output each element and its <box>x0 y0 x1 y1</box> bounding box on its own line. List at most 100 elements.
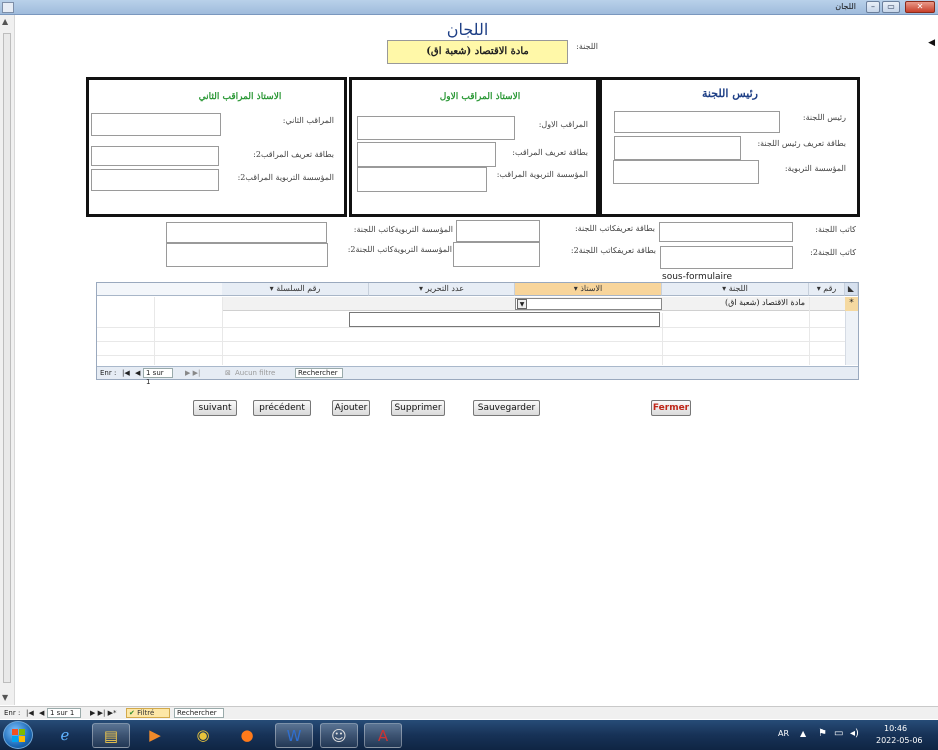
filtered-toggle[interactable]: ✔ Filtré <box>126 708 170 718</box>
row-selector-column <box>845 311 858 365</box>
clock-date[interactable]: 2022-05-06 <box>876 736 923 745</box>
delete-button[interactable]: Supprimer <box>391 400 445 416</box>
supervisor1-id-label: بطاقة تعريف المراقب: <box>512 148 588 157</box>
record-label: Enr : <box>100 369 117 377</box>
secretary2-institution-label: المؤسسة التربويةكاتب اللجنة2: <box>347 245 452 254</box>
window-title-bar: اللجان – ▭ ✕ <box>0 0 938 15</box>
secretary1-institution-label: المؤسسة التربويةكاتب اللجنة: <box>353 225 453 234</box>
main-prev-record-icon[interactable]: ◀ <box>39 709 44 717</box>
president-institution-label: المؤسسة التربوية: <box>784 164 846 173</box>
prev-record-icon[interactable]: ◀ <box>135 369 140 377</box>
window-close-button[interactable]: ✕ <box>905 1 935 13</box>
secretary2-institution-field[interactable] <box>166 243 328 267</box>
president-field[interactable] <box>614 111 780 133</box>
column-header-committee[interactable]: اللجنة ▾ <box>662 283 809 296</box>
committee-label: اللجنة: <box>576 42 598 51</box>
media-player-icon[interactable]: ▶ <box>136 723 174 748</box>
secretary2-field[interactable] <box>660 246 793 269</box>
subform-label: sous-formulaire <box>662 272 733 282</box>
supervisor1-institution-field[interactable] <box>357 167 487 192</box>
record-position-input[interactable]: 1 sur 1 <box>143 368 173 386</box>
secretary1-field[interactable] <box>659 222 793 242</box>
supervisor1-label: المراقب الاول: <box>538 120 588 129</box>
supervisor2-institution-label: المؤسسة التربوية المراقب2: <box>237 173 334 182</box>
next-button[interactable]: suivant <box>193 400 237 416</box>
secretary1-id-field[interactable] <box>456 220 540 242</box>
teacher-combo[interactable]: ▼ <box>515 298 662 310</box>
user-app-icon[interactable]: ☺ <box>320 723 358 748</box>
caret-left-icon[interactable]: ◀ <box>928 38 935 48</box>
file-explorer-icon[interactable]: ▤ <box>92 723 130 748</box>
no-filter-label[interactable]: Aucun filtre <box>235 369 275 377</box>
chrome-icon[interactable]: ◉ <box>184 723 222 748</box>
maximize-button[interactable]: ▭ <box>882 1 900 13</box>
supervisor2-id-field[interactable] <box>91 146 219 166</box>
combo-dropdown-list[interactable] <box>349 312 660 327</box>
clock-time[interactable]: 10:46 <box>884 724 907 733</box>
secretary1-institution-field[interactable] <box>166 222 327 243</box>
main-first-record-icon[interactable]: |◀ <box>26 709 34 717</box>
scroll-down-icon[interactable]: ▼ <box>2 693 8 702</box>
column-header-number[interactable]: رقم ▾ <box>809 283 845 296</box>
subform-record-navigator: Enr : |◀ ◀ 1 sur 1 ▶ ▶| ⊠ Aucun filtre R… <box>97 366 858 386</box>
vertical-scrollbar[interactable]: ▲ ▼ <box>0 15 15 705</box>
supervisor2-institution-field[interactable] <box>91 169 219 191</box>
close-button[interactable]: Fermer <box>651 400 691 416</box>
main-record-position[interactable]: 1 sur 1 <box>47 708 81 718</box>
president-label: رئيس اللجنة: <box>802 113 846 122</box>
subform-search-input[interactable]: Rechercher <box>295 368 343 378</box>
secretary2-id-field[interactable] <box>453 242 540 267</box>
save-button[interactable]: Sauvegarder <box>473 400 540 416</box>
secretary2-id-label: بطاقة تعريفكاتب اللجنة2: <box>570 246 656 255</box>
supervisor1-field[interactable] <box>357 116 515 140</box>
supervisor2-panel-title: الاستاذ المراقب الثاني <box>198 92 282 102</box>
subform-datasheet: ◣ رقم ▾ اللجنة ▾ الاستاذ ▾ عدد التحرير ▾… <box>96 282 859 386</box>
secretary1-label: كاتب اللجنة: <box>815 225 856 234</box>
previous-button[interactable]: précédent <box>253 400 311 416</box>
filter-icon[interactable]: ⊠ <box>225 369 231 377</box>
start-button[interactable] <box>3 721 33 749</box>
firefox-icon[interactable]: ● <box>228 723 266 748</box>
main-search-input[interactable]: Rechercher <box>174 708 224 718</box>
secretary1-id-label: بطاقة تعريفكاتب اللجنة: <box>574 224 655 233</box>
row-committee-cell[interactable]: مادة الاقتصاد (شعبة اق) <box>665 298 805 310</box>
secretary2-label: كاتب اللجنة2: <box>810 248 856 257</box>
first-record-icon[interactable]: |◀ <box>122 369 130 377</box>
network-icon[interactable]: ▭ <box>834 728 843 739</box>
taskbar: ℯ ▤ ▶ ◉ ● W ☺ A AR ▲ ⚑ ▭ ◂) 10:46 2022-0… <box>0 720 938 750</box>
flag-icon[interactable]: ⚑ <box>818 728 827 739</box>
new-record-selector[interactable]: * <box>845 297 858 311</box>
president-institution-field[interactable] <box>613 160 759 184</box>
supervisor2-label: المراقب الثاني: <box>282 116 334 125</box>
column-header-correction-count[interactable]: عدد التحرير ▾ <box>369 283 515 296</box>
main-record-navigator: Enr : |◀ ◀ 1 sur 1 ▶ ▶| ▶* ✔ Filtré Rech… <box>0 706 938 719</box>
column-header-teacher[interactable]: الاستاذ ▾ <box>515 283 662 296</box>
form-title: اللجان <box>446 20 489 39</box>
main-next-record-icon[interactable]: ▶ ▶| ▶* <box>90 709 116 717</box>
president-id-field[interactable] <box>614 136 741 160</box>
column-header-series-number[interactable]: رقم السلسلة ▾ <box>222 283 369 296</box>
access-icon[interactable]: A <box>364 723 402 748</box>
select-all-corner[interactable]: ◣ <box>845 283 858 296</box>
president-panel-title: رئيس اللجنة <box>702 87 758 100</box>
internet-explorer-icon[interactable]: ℯ <box>46 723 84 748</box>
word-icon[interactable]: W <box>275 723 313 748</box>
show-hidden-icons[interactable]: ▲ <box>800 729 806 738</box>
language-indicator[interactable]: AR <box>778 729 789 738</box>
minimize-button[interactable]: – <box>866 1 880 13</box>
supervisor2-field[interactable] <box>91 113 221 136</box>
dropdown-arrow-icon[interactable]: ▼ <box>517 299 527 309</box>
app-icon[interactable] <box>2 2 14 13</box>
scrollbar-thumb[interactable] <box>3 33 11 683</box>
committee-field[interactable]: مادة الاقتصاد (شعبة اق) <box>387 40 568 64</box>
supervisor1-panel-title: الاستاذ المراقب الاول <box>439 92 521 102</box>
add-button[interactable]: Ajouter <box>332 400 370 416</box>
empty-header-area <box>97 283 222 296</box>
next-record-icon[interactable]: ▶ ▶| <box>185 369 200 377</box>
window-title: اللجان <box>835 2 856 11</box>
supervisor1-id-field[interactable] <box>357 142 496 167</box>
volume-icon[interactable]: ◂) <box>850 728 859 739</box>
supervisor2-id-label: بطاقة تعريف المراقب2: <box>253 150 334 159</box>
main-record-label: Enr : <box>4 709 21 717</box>
scroll-up-icon[interactable]: ▲ <box>2 17 8 26</box>
